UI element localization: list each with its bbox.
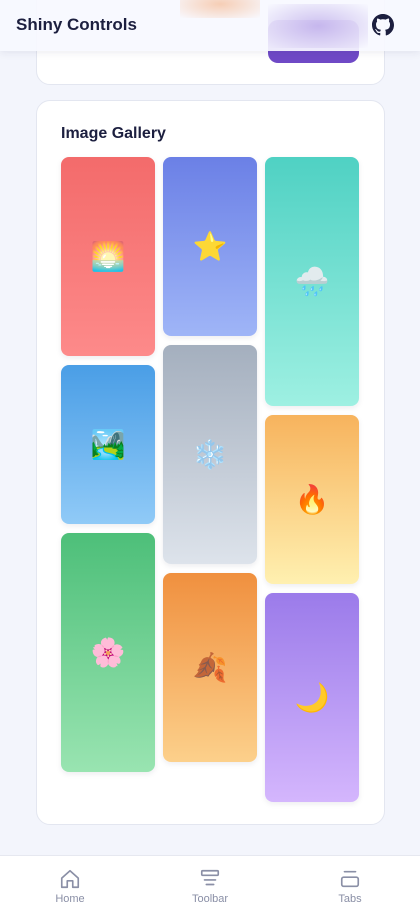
nav-toolbar[interactable]: Toolbar xyxy=(155,856,265,913)
gallery-tile-star[interactable]: ⭐ xyxy=(163,157,257,336)
bottom-navigation: Home Toolbar Tabs xyxy=(0,855,420,913)
cherry-blossom-icon: 🌸 xyxy=(90,635,126,669)
nav-home-label: Home xyxy=(55,893,85,905)
snowflake-icon: ❄️ xyxy=(192,437,228,471)
fire-icon: 🔥 xyxy=(294,482,330,516)
nav-tabs[interactable]: Tabs xyxy=(295,856,405,913)
tabs-icon xyxy=(340,870,360,888)
nav-home[interactable]: Home xyxy=(15,856,125,913)
gallery-tile-moon[interactable]: 🌙 xyxy=(265,593,359,802)
header-glow xyxy=(180,0,260,18)
gallery-tile-rain[interactable]: 🌧️ xyxy=(265,157,359,406)
moon-icon: 🌙 xyxy=(294,680,330,714)
app-header: Shiny Controls xyxy=(0,0,420,51)
gallery-tile-snowflake[interactable]: ❄️ xyxy=(163,345,257,564)
gallery-tile-sunset[interactable]: 🌅 xyxy=(61,157,155,356)
nav-tabs-label: Tabs xyxy=(338,893,362,905)
app-title: Shiny Controls xyxy=(16,15,137,34)
gallery-tile-blossom[interactable]: 🌸 xyxy=(61,533,155,772)
gallery-tile-fire[interactable]: 🔥 xyxy=(265,415,359,584)
gallery-title: Image Gallery xyxy=(61,125,166,142)
rain-cloud-icon: 🌧️ xyxy=(294,264,330,298)
fallen-leaf-icon: 🍂 xyxy=(192,650,228,684)
toolbar-icon xyxy=(200,869,220,886)
nav-toolbar-label: Toolbar xyxy=(191,893,229,905)
github-icon[interactable] xyxy=(372,14,394,36)
home-icon xyxy=(60,869,80,889)
mountain-lake-icon: 🏞️ xyxy=(90,427,126,461)
gallery-tile-leaf[interactable]: 🍂 xyxy=(163,573,257,762)
gallery-tile-mountain[interactable]: 🏞️ xyxy=(61,365,155,524)
star-icon: ⭐ xyxy=(192,229,228,263)
header-glow xyxy=(268,4,368,48)
sunset-icon: 🌅 xyxy=(90,239,126,273)
